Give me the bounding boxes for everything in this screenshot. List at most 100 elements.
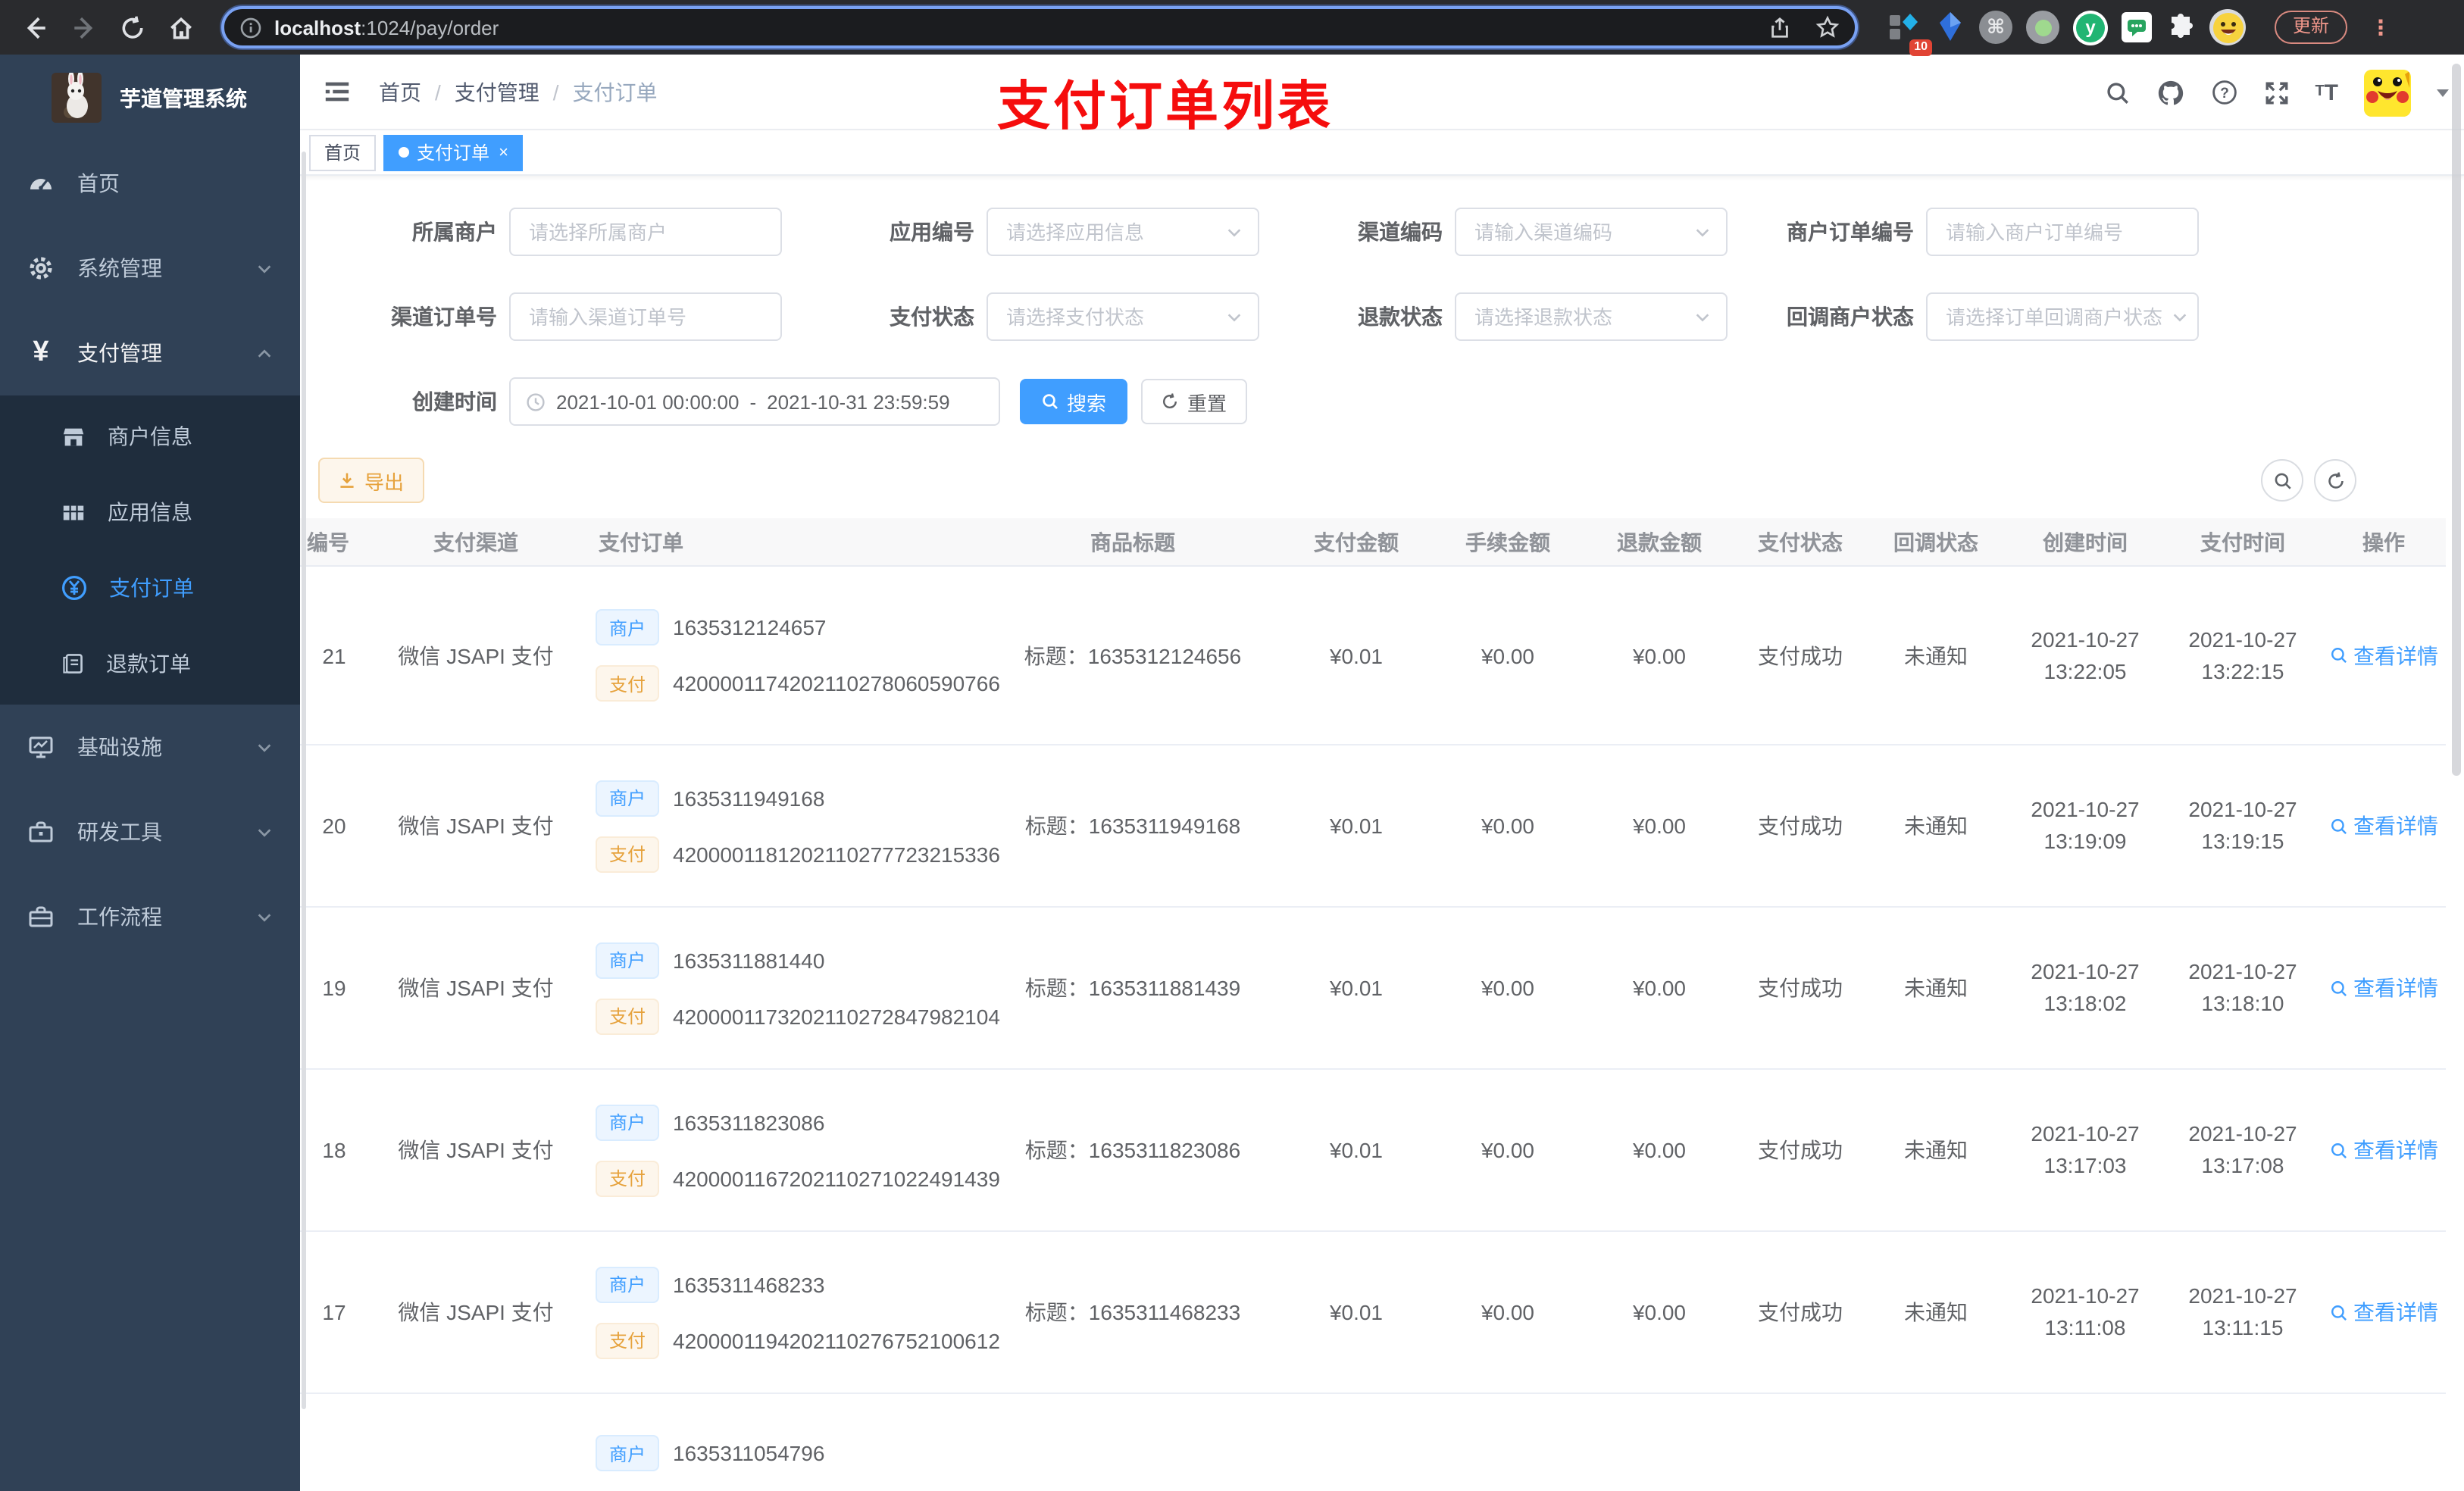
avatar-caret-icon[interactable] <box>2437 89 2449 96</box>
help-icon[interactable]: ? <box>2210 79 2237 106</box>
extension-y-icon[interactable]: y <box>2073 10 2108 45</box>
reset-button[interactable]: 重置 <box>1141 379 1247 424</box>
sidebar: 芋道管理系统 首页 系统管理 ¥ 支付管理 商户信息 应用信息 支付订单 退款订… <box>0 55 300 1491</box>
sidebar-item-home[interactable]: 首页 <box>0 141 300 226</box>
sidebar-item-infra[interactable]: 基础设施 <box>0 705 300 789</box>
extension-command-icon[interactable]: ⌘ <box>1979 11 2012 44</box>
sidebar-item-workflow[interactable]: 工作流程 <box>0 874 300 959</box>
url-host: localhost <box>274 16 361 39</box>
extension-kite-icon[interactable] <box>1935 11 1965 44</box>
logo[interactable]: 芋道管理系统 <box>0 55 300 141</box>
sidebar-item-payment[interactable]: ¥ 支付管理 <box>0 311 300 395</box>
forward-icon[interactable] <box>64 8 103 47</box>
tag-home[interactable]: 首页 <box>309 134 377 170</box>
close-tag-icon[interactable]: × <box>499 143 508 161</box>
sidebar-item-label: 支付管理 <box>77 341 162 365</box>
refresh-table-button[interactable] <box>2314 459 2356 502</box>
store-icon <box>61 424 86 449</box>
extension-chat-icon[interactable] <box>2122 12 2152 42</box>
merchant-tag: 商户 <box>596 1104 660 1140</box>
view-detail-link[interactable]: 查看详情 <box>2329 973 2438 1003</box>
browser-update-button[interactable]: 更新 <box>2275 11 2348 44</box>
back-icon[interactable] <box>15 8 55 47</box>
main-content: 首页 / 支付管理 / 支付订单 ? TT 支付订单列表 首页 支付订单 × 所… <box>300 55 2464 1491</box>
view-detail-link[interactable]: 查看详情 <box>2329 1135 2438 1165</box>
merchant-select[interactable] <box>509 208 782 256</box>
chevron-down-icon <box>1226 308 1243 325</box>
address-bar[interactable]: localhost:1024/pay/order <box>221 6 1858 48</box>
reload-icon[interactable] <box>112 8 152 47</box>
channel-order-no-input[interactable] <box>509 292 782 341</box>
yen-icon: ¥ <box>33 336 49 368</box>
search-button[interactable]: 搜索 <box>1020 379 1127 424</box>
tags-view: 首页 支付订单 × <box>300 130 2464 176</box>
bookmark-star-icon[interactable] <box>1815 15 1840 39</box>
home-icon[interactable] <box>161 8 200 47</box>
app-title: 芋道管理系统 <box>120 86 247 110</box>
sidebar-item-label: 系统管理 <box>77 256 162 280</box>
browser-menu-icon[interactable]: ⋮ <box>2370 17 2391 38</box>
col-amount: 支付金额 <box>1314 530 1399 554</box>
date-range-input[interactable]: 2021-10-01 00:00:00 - 2021-10-31 23:59:5… <box>509 377 1000 426</box>
filter-label-notify-status: 回调商户状态 <box>1787 305 1914 329</box>
sidebar-scrollbar[interactable] <box>302 152 306 1409</box>
col-actions: 操作 <box>2362 530 2405 554</box>
toolbox-icon <box>27 818 55 846</box>
pay-tag: 支付 <box>596 1322 660 1358</box>
sidebar-item-refund-order[interactable]: 退款订单 <box>0 626 300 702</box>
fullscreen-icon[interactable] <box>2263 80 2289 105</box>
export-button[interactable]: 导出 <box>318 458 424 503</box>
sidebar-item-merchant-info[interactable]: 商户信息 <box>0 399 300 474</box>
filter-label-channel-code: 渠道编码 <box>1358 220 1443 244</box>
collapse-menu-icon[interactable] <box>323 77 352 106</box>
extension-emoji-icon[interactable] <box>2209 9 2246 45</box>
view-detail-link[interactable]: 查看详情 <box>2329 811 2438 841</box>
toggle-search-button[interactable] <box>2261 459 2303 502</box>
breadcrumb-pay-mgmt[interactable]: 支付管理 <box>455 77 539 107</box>
app-select[interactable] <box>987 208 1259 256</box>
header-search-icon[interactable] <box>2104 80 2130 105</box>
browser-toolbar: localhost:1024/pay/order 10 ⌘ y 更新 ⋮ <box>0 0 2464 56</box>
breadcrumb-current: 支付订单 <box>572 80 658 104</box>
table-row: 20 微信 JSAPI 支付 商户 1635311949168 支付 4200001… <box>300 746 2446 908</box>
url-path: :1024/pay/order <box>361 16 499 39</box>
view-detail-link[interactable]: 查看详情 <box>2329 640 2438 670</box>
filter-label-merchant-order-no: 商户订单编号 <box>1787 220 1914 244</box>
view-detail-link[interactable]: 查看详情 <box>2329 1297 2438 1327</box>
logo-image <box>52 73 102 123</box>
page-scrollbar[interactable] <box>2452 64 2461 776</box>
breadcrumb-home[interactable]: 首页 <box>379 77 421 107</box>
tag-pay-order[interactable]: 支付订单 × <box>383 134 524 170</box>
col-id: 编号 <box>307 530 349 554</box>
pay-tag: 支付 <box>596 836 660 872</box>
date-start: 2021-10-01 00:00:00 <box>556 390 740 413</box>
magnifier-icon <box>2329 1140 2349 1160</box>
share-icon[interactable] <box>1768 16 1791 39</box>
extensions-puzzle-icon[interactable] <box>2165 12 2196 42</box>
extension-grid-diamond-icon[interactable]: 10 <box>1885 9 1932 56</box>
chevron-down-icon <box>1226 223 1243 240</box>
sidebar-item-dev-tools[interactable]: 研发工具 <box>0 789 300 874</box>
status-badge: 支付成功 <box>1758 976 1843 1000</box>
table-header: 编号 支付渠道 支付订单 商品标题 支付金额 手续金额 退款金额 支付状态 回调… <box>300 518 2446 567</box>
date-end: 2021-10-31 23:59:59 <box>767 390 950 413</box>
sidebar-item-pay-order[interactable]: 支付订单 <box>0 550 300 626</box>
github-icon[interactable] <box>2156 78 2184 107</box>
sidebar-item-system[interactable]: 系统管理 <box>0 226 300 311</box>
pay-status-select[interactable] <box>987 292 1259 341</box>
col-title: 商品标题 <box>1090 530 1175 554</box>
refund-status-select[interactable] <box>1455 292 1728 341</box>
filter-label-pay-status: 支付状态 <box>890 305 974 329</box>
channel-code-select[interactable] <box>1455 208 1728 256</box>
merchant-order-no-input[interactable] <box>1926 208 2199 256</box>
filter-label-channel-order-no: 渠道订单号 <box>391 305 497 329</box>
extension-green-dot-icon[interactable] <box>2026 11 2059 44</box>
site-info-icon[interactable] <box>239 16 262 39</box>
sidebar-item-app-info[interactable]: 应用信息 <box>0 474 300 550</box>
font-size-icon[interactable]: TT <box>2315 81 2338 104</box>
payment-submenu: 商户信息 应用信息 支付订单 退款订单 <box>0 395 300 705</box>
sidebar-item-label: 研发工具 <box>77 820 162 844</box>
col-pay-status: 支付状态 <box>1758 530 1843 554</box>
avatar[interactable] <box>2364 69 2411 116</box>
notify-status-select[interactable] <box>1926 292 2199 341</box>
